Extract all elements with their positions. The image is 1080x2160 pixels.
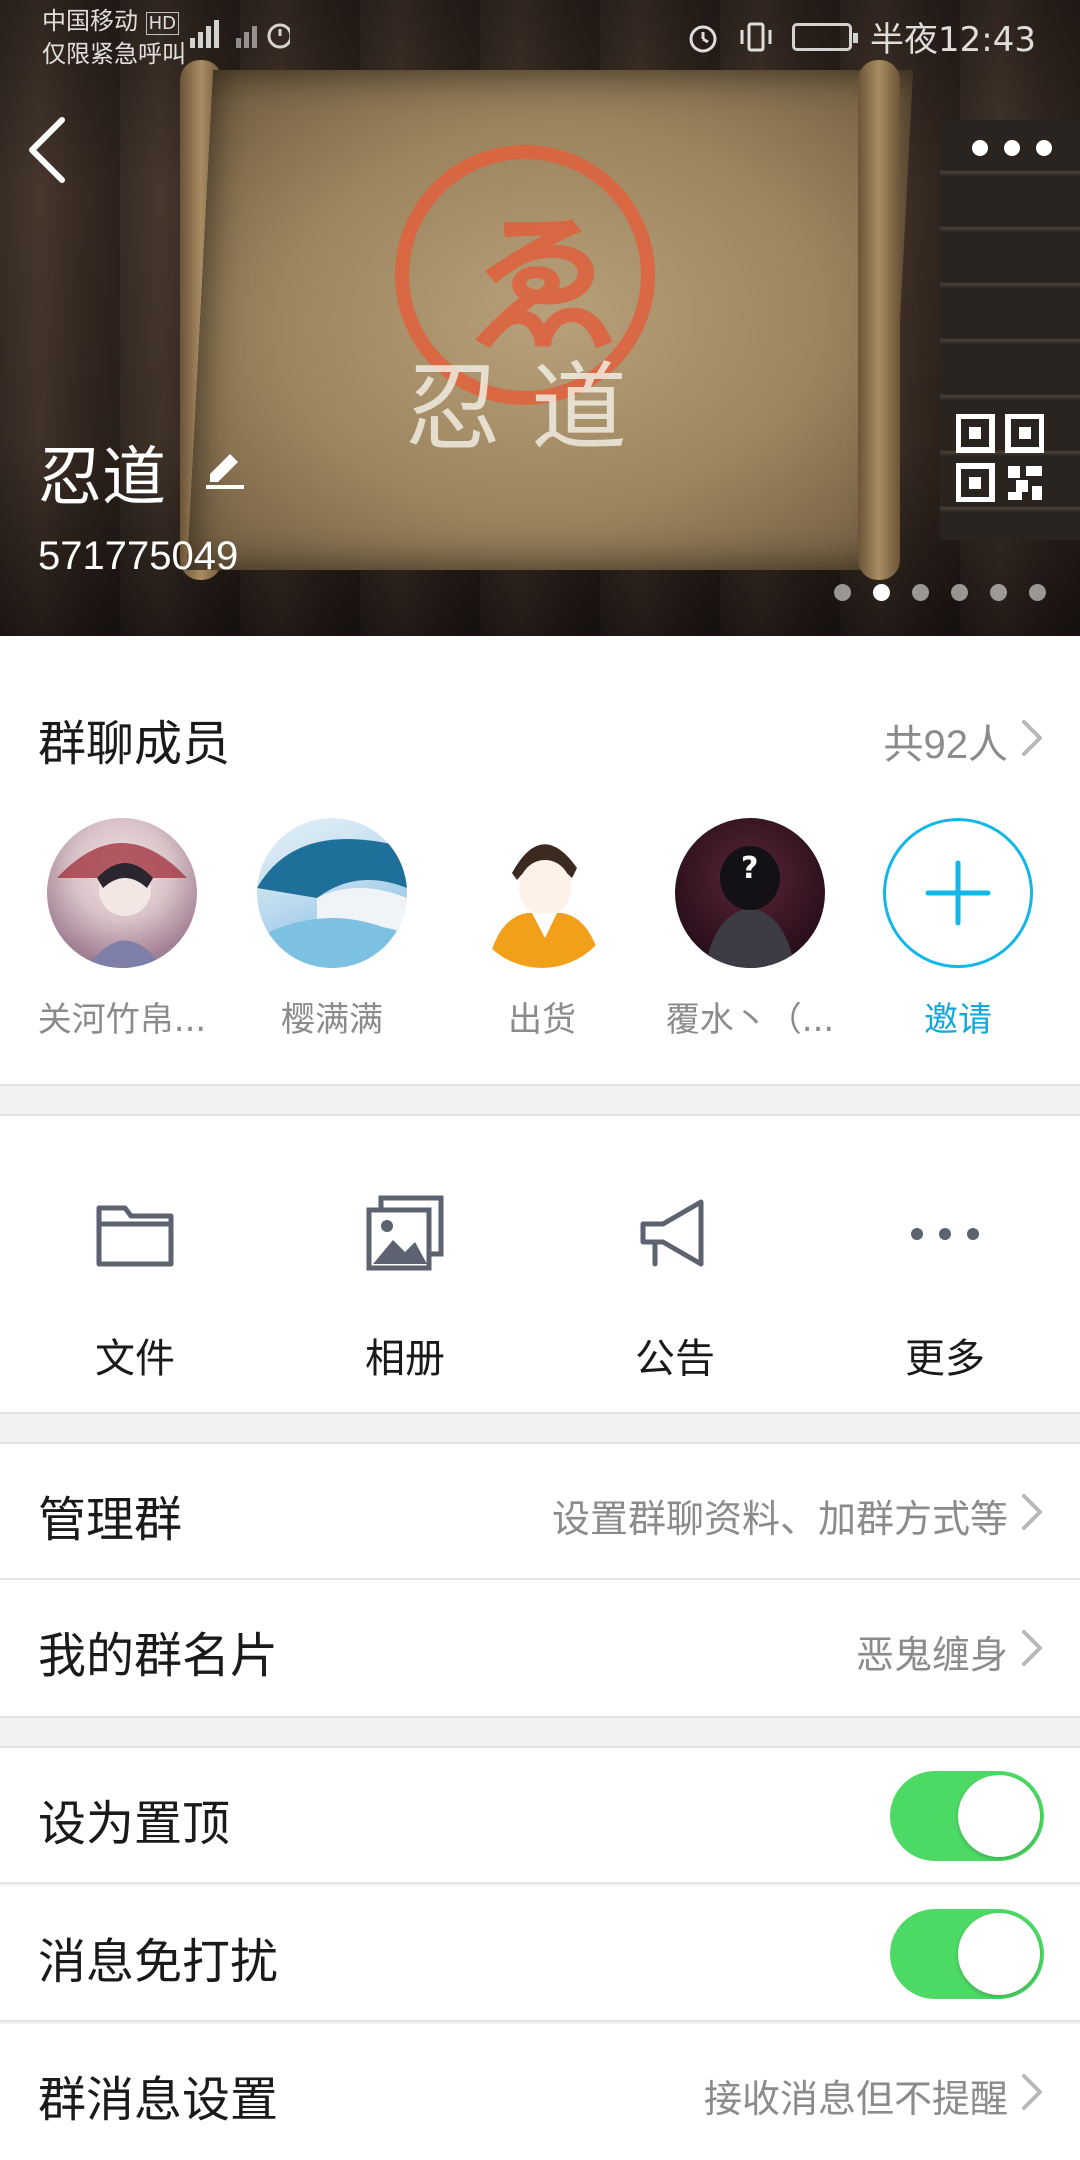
- carousel-dot: [834, 584, 851, 601]
- toggle-knob: [958, 1913, 1040, 1995]
- row-value: 接收消息但不提醒: [703, 2077, 1008, 2121]
- group-id: 571775049: [38, 534, 239, 578]
- more-options-button[interactable]: [972, 128, 1052, 168]
- do-not-disturb-row: 消息免打扰: [0, 1886, 1080, 2022]
- section-divider: [0, 1716, 1080, 1718]
- pin-chat-toggle[interactable]: [890, 1771, 1044, 1861]
- more-tool-button[interactable]: 更多: [810, 1116, 1080, 1412]
- carousel-dot: [1029, 584, 1046, 601]
- carrier-info: 中国移动 HD 仅限紧急呼叫: [42, 6, 186, 69]
- pencil-icon[interactable]: [202, 444, 248, 490]
- avatar: [47, 818, 197, 968]
- files-tool-button[interactable]: 文件: [0, 1116, 270, 1412]
- do-not-disturb-toggle[interactable]: [890, 1909, 1044, 1999]
- section-divider: [0, 1412, 1080, 1414]
- hd-badge: HD: [145, 12, 180, 35]
- vibrate-icon: [740, 22, 772, 51]
- members-title: 群聊成员: [38, 716, 231, 772]
- chevron-right-icon: [1022, 2074, 1042, 2110]
- group-name: 忍道: [38, 441, 166, 515]
- tool-label: 相册: [365, 1336, 445, 1382]
- carousel-dot-active: [873, 584, 890, 601]
- chevron-right-icon: [1022, 720, 1042, 756]
- row-value: 设置群聊资料、加群方式等: [551, 1497, 1008, 1541]
- member-name: 覆水丶（...: [665, 1000, 835, 1040]
- carrier-name: 中国移动: [42, 7, 138, 35]
- member-name: 出货: [508, 1000, 576, 1040]
- group-card-row[interactable]: 我的群名片 恶鬼缠身: [0, 1580, 1080, 1716]
- section-divider: [0, 1084, 1080, 1086]
- invite-member-button[interactable]: 邀请: [860, 818, 1056, 1041]
- member-item[interactable]: ? 覆水丶（...: [652, 818, 848, 1041]
- status-right-group: 半夜12:43: [686, 12, 1036, 61]
- member-item[interactable]: 关河竹帛...: [24, 818, 220, 1041]
- qr-code-icon: [955, 413, 1045, 503]
- row-label: 群消息设置: [38, 2072, 279, 2128]
- album-tool-button[interactable]: 相册: [270, 1116, 540, 1412]
- row-label: 管理群: [38, 1492, 183, 1548]
- manage-group-row[interactable]: 管理群 设置群聊资料、加群方式等: [0, 1444, 1080, 1580]
- pin-chat-row: 设为置顶: [0, 1748, 1080, 1884]
- row-value: 恶鬼缠身: [855, 1633, 1008, 1677]
- tool-label: 更多: [905, 1336, 985, 1382]
- megaphone-icon: [640, 1199, 704, 1267]
- chevron-right-icon: [1022, 1630, 1042, 1666]
- announcement-tool-button[interactable]: 公告: [540, 1116, 810, 1412]
- members-count-link[interactable]: 共92人: [884, 712, 1009, 770]
- row-divider: [0, 1882, 1080, 1884]
- scroll-calligraphy: 忍道: [405, 352, 657, 464]
- members-section: 群聊成员 共92人 关河竹帛... 樱满满 出货 ? 覆水丶（... 邀请: [0, 636, 1080, 1084]
- invite-label: 邀请: [924, 1000, 992, 1040]
- row-label: 设为置顶: [38, 1796, 231, 1852]
- qr-code-button[interactable]: [955, 413, 1045, 503]
- tool-label: 公告: [635, 1336, 715, 1382]
- chevron-right-icon: [1022, 1494, 1042, 1530]
- avatar: ?: [675, 818, 825, 968]
- ellipsis-icon-dot: [1004, 140, 1020, 156]
- svg-text:?: ?: [741, 851, 758, 886]
- avatar: [467, 818, 617, 968]
- chevron-left-icon: [29, 117, 65, 183]
- ellipsis-icon-dot: [972, 140, 988, 156]
- member-item[interactable]: 出货: [444, 818, 640, 1041]
- row-label: 消息免打扰: [38, 1934, 279, 1990]
- more-icon: [911, 1228, 979, 1240]
- status-time: 半夜12:43: [870, 20, 1036, 60]
- row-divider: [0, 2020, 1080, 2022]
- folder-icon: [96, 1205, 174, 1267]
- avatar: [257, 818, 407, 968]
- message-settings-row[interactable]: 群消息设置 接收消息但不提醒: [0, 2024, 1080, 2160]
- status-bar: 中国移动 HD 仅限紧急呼叫 半夜12:43: [0, 0, 1080, 72]
- alarm-icon: [689, 25, 717, 52]
- group-cover-banner[interactable]: ゑ 忍道 中国移动 HD 仅限紧急呼叫 半夜12:43 忍道 571775049: [0, 0, 1080, 636]
- member-item[interactable]: 樱满满: [234, 818, 430, 1041]
- plus-icon: [883, 818, 1033, 968]
- photo-album-icon: [366, 1195, 444, 1271]
- tool-label: 文件: [95, 1336, 175, 1382]
- carousel-dot: [990, 584, 1007, 601]
- row-label: 我的群名片: [38, 1628, 279, 1684]
- member-name: 关河竹帛...: [37, 1000, 207, 1040]
- back-button[interactable]: [22, 112, 82, 188]
- scroll-rod-right: [858, 60, 900, 580]
- toggle-knob: [958, 1775, 1040, 1857]
- carousel-dot: [912, 584, 929, 601]
- carousel-dot: [951, 584, 968, 601]
- carousel-indicator: [834, 584, 1046, 601]
- signal-icon: [190, 18, 293, 58]
- carrier-status: 仅限紧急呼叫: [42, 40, 186, 68]
- battery-icon: [792, 22, 859, 51]
- tools-section: 文件 相册 公告 更多: [0, 1116, 1080, 1412]
- ellipsis-icon-dot: [1036, 140, 1052, 156]
- member-name: 樱满满: [281, 1000, 383, 1040]
